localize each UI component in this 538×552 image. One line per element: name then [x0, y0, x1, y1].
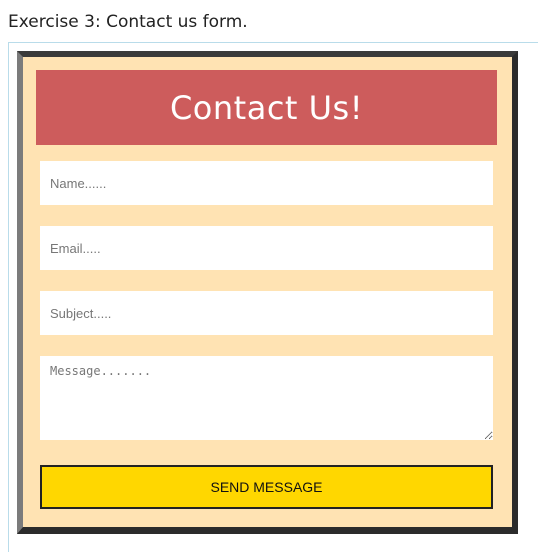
subject-input[interactable]: [40, 291, 493, 335]
contact-form: Contact Us! SEND MESSAGE: [17, 51, 518, 534]
form-title: Contact Us!: [169, 88, 364, 127]
message-textarea[interactable]: [40, 356, 493, 440]
name-input[interactable]: [40, 161, 493, 205]
form-header: Contact Us!: [36, 70, 497, 145]
send-message-button[interactable]: SEND MESSAGE: [40, 465, 493, 509]
exercise-title: Exercise 3: Contact us form.: [8, 12, 248, 32]
email-input[interactable]: [40, 226, 493, 270]
